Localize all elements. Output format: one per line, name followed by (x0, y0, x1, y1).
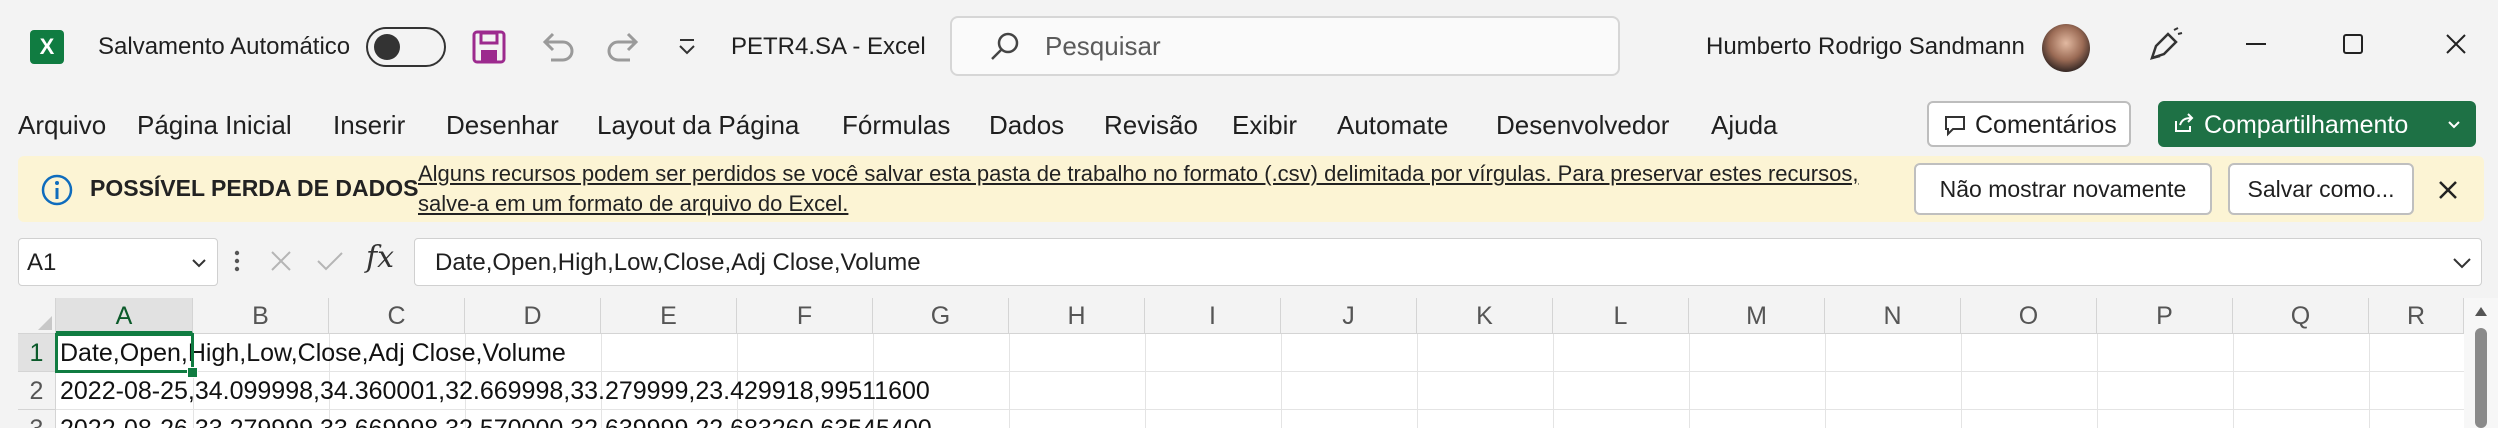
comments-button[interactable]: Comentários (1927, 101, 2131, 147)
chevron-down-icon[interactable] (2446, 117, 2462, 133)
save-as-button[interactable]: Salvar como... (2228, 163, 2414, 215)
menu-dados[interactable]: Dados (989, 110, 1064, 141)
scroll-up-icon[interactable] (2473, 304, 2489, 318)
column-header-q[interactable]: Q (2233, 298, 2369, 334)
formula-bar-input[interactable]: Date,Open,High,Low,Close,Adj Close,Volum… (414, 238, 2482, 286)
spreadsheet-grid[interactable]: A B C D E F G H I J K L M N O P Q R 1 2 … (18, 298, 2464, 428)
maximize-icon[interactable] (2323, 30, 2383, 65)
search-placeholder: Pesquisar (1045, 31, 1161, 61)
warning-message[interactable]: Alguns recursos podem ser perdidos se vo… (418, 159, 1918, 219)
menu-revisao[interactable]: Revisão (1104, 110, 1198, 141)
column-header-j[interactable]: J (1281, 298, 1417, 334)
name-box[interactable]: A1 (18, 238, 218, 286)
column-header-f[interactable]: F (737, 298, 873, 334)
column-header-d[interactable]: D (465, 298, 601, 334)
expand-formula-bar-icon[interactable] (2451, 253, 2473, 273)
menu-inserir[interactable]: Inserir (333, 110, 405, 141)
redo-icon[interactable] (604, 28, 644, 66)
column-header-b[interactable]: B (193, 298, 329, 334)
close-window-icon[interactable] (2426, 30, 2486, 65)
close-warning-icon[interactable] (2434, 176, 2462, 204)
menu-formulas[interactable]: Fórmulas (842, 110, 950, 141)
formula-text: Date,Open,High,Low,Close,Adj Close,Volum… (435, 249, 921, 276)
column-header-k[interactable]: K (1417, 298, 1553, 334)
cell-a3[interactable]: 2022-08-26,33.279999,33.669998,32.570000… (60, 415, 932, 428)
menu-pagina-inicial[interactable]: Página Inicial (137, 110, 292, 141)
search-icon (988, 30, 1022, 64)
autosave-toggle[interactable] (366, 27, 446, 67)
column-header-c[interactable]: C (329, 298, 465, 334)
menu-exibir[interactable]: Exibir (1232, 110, 1297, 141)
comment-icon (1945, 116, 1965, 137)
select-all-corner[interactable] (18, 298, 56, 334)
chevron-down-icon[interactable] (189, 253, 209, 273)
save-icon[interactable] (472, 30, 506, 64)
column-header-i[interactable]: I (1145, 298, 1281, 334)
pen-icon[interactable] (2144, 26, 2184, 66)
comments-label: Comentários (1975, 111, 2117, 139)
info-icon (40, 173, 74, 207)
column-header-o[interactable]: O (1961, 298, 2097, 334)
share-button[interactable]: Compartilhamento (2158, 101, 2476, 147)
avatar[interactable] (2042, 24, 2090, 72)
name-box-value: A1 (27, 249, 57, 276)
column-header-l[interactable]: L (1553, 298, 1689, 334)
menu-arquivo[interactable]: Arquivo (18, 110, 106, 141)
column-header-n[interactable]: N (1825, 298, 1961, 334)
column-header-p[interactable]: P (2097, 298, 2233, 334)
column-header-a[interactable]: A (56, 298, 193, 334)
column-header-h[interactable]: H (1009, 298, 1145, 334)
menu-automate[interactable]: Automate (1337, 110, 1448, 141)
warning-title: POSSÍVEL PERDA DE DADOS (90, 175, 419, 201)
share-label: Compartilhamento (2204, 111, 2409, 139)
menu-ajuda[interactable]: Ajuda (1711, 110, 1778, 141)
column-header-r[interactable]: R (2369, 298, 2464, 334)
document-title: PETR4.SA - Excel (731, 33, 926, 60)
autosave-label: Salvamento Automático (98, 33, 351, 60)
column-header-g[interactable]: G (873, 298, 1009, 334)
scrollbar-thumb[interactable] (2475, 328, 2487, 428)
column-header-m[interactable]: M (1689, 298, 1825, 334)
row-header-1[interactable]: 1 (18, 334, 56, 372)
share-icon (2175, 113, 2194, 132)
row-header-2[interactable]: 2 (18, 372, 56, 410)
excel-logo-icon: X (30, 30, 64, 64)
cell-a2[interactable]: 2022-08-25,34.099998,34.360001,32.669998… (60, 377, 930, 406)
undo-icon[interactable] (537, 28, 577, 66)
dont-show-again-button[interactable]: Não mostrar novamente (1914, 163, 2212, 215)
more-options-icon[interactable] (232, 246, 242, 276)
menu-desenhar[interactable]: Desenhar (446, 110, 559, 141)
menu-layout-da-pagina[interactable]: Layout da Página (597, 110, 799, 141)
confirm-entry-icon[interactable] (314, 246, 346, 276)
customize-toolbar-icon[interactable] (674, 34, 700, 60)
minimize-icon[interactable] (2226, 30, 2286, 65)
user-name[interactable]: Humberto Rodrigo Sandmann (1706, 33, 2025, 61)
vertical-scrollbar[interactable] (2464, 298, 2498, 428)
column-header-e[interactable]: E (601, 298, 737, 334)
menu-desenvolvedor[interactable]: Desenvolvedor (1496, 110, 1669, 141)
selected-cell-border (55, 333, 194, 373)
cancel-entry-icon[interactable] (266, 246, 296, 276)
row-header-3[interactable]: 3 (18, 410, 56, 428)
insert-function-icon[interactable]: fx (366, 240, 394, 275)
fill-handle[interactable] (187, 367, 198, 378)
